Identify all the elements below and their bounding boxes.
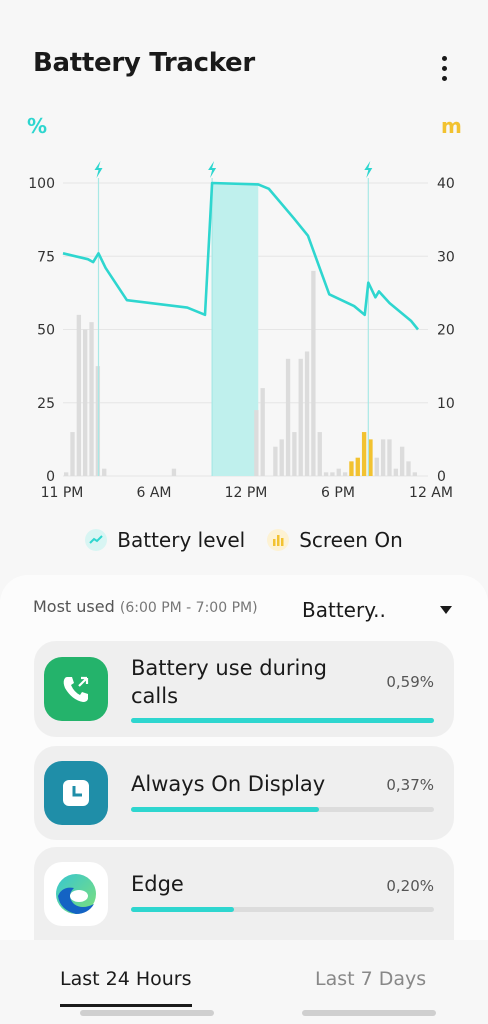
- lightning-icon: [208, 161, 217, 178]
- battery-chart: % m 100 40 75 30 50 20 25 10 0 0 11 PM 6 AM 12 PM 6 P…: [0, 100, 488, 520]
- legend-battery-label: Battery level: [117, 528, 246, 552]
- screen-on-bar: [399, 446, 405, 476]
- most-used-title: Most used: [33, 597, 115, 616]
- app-percent: 0,37%: [386, 776, 434, 794]
- screen-on-bar: [70, 432, 75, 476]
- usage-bar-fill: [131, 718, 434, 723]
- y-left-tick-label: 50: [37, 323, 55, 339]
- screen-on-bar: [393, 468, 398, 476]
- app-item-calls[interactable]: Battery use during calls 0,59%: [34, 641, 454, 737]
- usage-bar: [131, 718, 434, 723]
- app-item-always-on-display[interactable]: Always On Display 0,37%: [34, 746, 454, 840]
- usage-bar-fill: [131, 807, 319, 812]
- period-tabs: Last 24 Hours Last 7 Days: [0, 962, 488, 1024]
- legend-screen: Screen On: [267, 528, 403, 552]
- chart-canvas: 100 4075 3050 2025 100 011 PM 6 AM 12 PM 6 PM 12 …: [28, 161, 455, 501]
- tab-last-7-days[interactable]: Last 7 Days: [315, 968, 426, 1002]
- screen-on-bar: [361, 432, 367, 476]
- screen-on-bar: [171, 468, 177, 476]
- more-vertical-icon: [441, 55, 447, 81]
- screen-on-bar: [330, 472, 335, 476]
- phone-call-icon: [44, 657, 108, 721]
- screen-on-bar: [323, 472, 329, 476]
- battery-level-icon: [85, 529, 108, 551]
- screen-on-bar: [83, 329, 88, 476]
- screen-on-bar: [412, 472, 417, 476]
- screen-on-bar: [95, 366, 101, 476]
- app-name: Edge: [131, 872, 184, 896]
- screen-on-bar: [254, 410, 259, 476]
- usage-bar: [131, 907, 434, 912]
- legend-screen-label: Screen On: [299, 528, 403, 552]
- screen-on-bar: [76, 314, 82, 476]
- y-right-tick-label: 0: [437, 469, 446, 485]
- most-used-range: (6:00 PM - 7:00 PM): [119, 600, 258, 616]
- y-right-tick-label: 40: [437, 176, 455, 192]
- screen-on-bar: [64, 472, 69, 476]
- y-right-tick-label: 10: [437, 396, 455, 412]
- screen-on-bar: [292, 432, 297, 476]
- tab-indicator-handle: [80, 1010, 214, 1016]
- legend-battery: Battery level: [85, 528, 245, 552]
- screen-on-bar: [285, 358, 291, 476]
- most-used-panel: Most used (6:00 PM - 7:00 PM) Battery.. …: [0, 575, 488, 940]
- screen-on-bar: [374, 457, 379, 476]
- sort-dropdown-value: Battery..: [302, 598, 386, 622]
- x-tick-label: 6 AM: [136, 485, 171, 501]
- screen-on-bar: [406, 461, 411, 476]
- x-tick-label: 12 AM: [409, 485, 453, 501]
- screen-on-bar: [304, 351, 310, 476]
- y-right-tick-label: 30: [437, 249, 455, 265]
- app-percent: 0,20%: [386, 877, 434, 895]
- y-left-tick-label: 25: [37, 396, 55, 412]
- edge-browser-icon: [44, 862, 108, 926]
- screen-on-bar: [279, 439, 284, 476]
- screen-on-bar: [380, 439, 386, 476]
- app-percent: 0,59%: [386, 673, 434, 691]
- screen-on-bar: [89, 322, 94, 476]
- x-tick-label: 6 PM: [321, 485, 355, 501]
- clock-icon: [44, 761, 108, 825]
- screen-on-bar: [387, 439, 392, 476]
- screen-on-bar: [260, 388, 265, 476]
- screen-on-bar: [317, 432, 322, 476]
- screen-on-bar: [273, 446, 278, 476]
- screen-on-bar: [311, 270, 316, 476]
- most-used-label: Most used (6:00 PM - 7:00 PM): [33, 597, 258, 616]
- app-name: Always On Display: [131, 772, 326, 796]
- x-tick-label: 11 PM: [41, 485, 84, 501]
- screen-on-bar: [298, 358, 303, 476]
- screen-on-bar: [349, 461, 354, 476]
- screen-on-bar: [336, 468, 341, 476]
- y-left-tick-label: 0: [46, 469, 55, 485]
- screen-on-icon: [267, 529, 290, 551]
- usage-bar: [131, 807, 434, 812]
- screen-on-bar: [355, 457, 360, 476]
- tab-indicator-handle: [302, 1010, 436, 1016]
- page-title: Battery Tracker: [33, 48, 255, 78]
- tab-last-24-hours[interactable]: Last 24 Hours: [60, 968, 192, 1007]
- chart-legend: Battery level Screen On: [0, 525, 488, 555]
- y-left-tick-label: 75: [37, 249, 55, 265]
- screen-on-bar: [342, 472, 348, 476]
- app-name: Battery use during calls: [131, 656, 327, 708]
- lightning-icon: [364, 161, 373, 178]
- more-options-button[interactable]: [424, 48, 464, 88]
- app-item-edge[interactable]: Edge 0,20%: [34, 847, 454, 940]
- y-right-tick-label: 20: [437, 323, 455, 339]
- screen-on-bar: [102, 468, 107, 476]
- x-tick-label: 12 PM: [225, 485, 268, 501]
- caret-down-icon: [440, 606, 452, 614]
- charging-band: [212, 183, 259, 476]
- header: Battery Tracker: [0, 0, 488, 110]
- sort-dropdown[interactable]: Battery..: [302, 595, 452, 625]
- lightning-icon: [94, 161, 103, 178]
- screen-on-bar: [368, 439, 373, 476]
- y-left-tick-label: 100: [28, 176, 55, 192]
- usage-bar-fill: [131, 907, 235, 912]
